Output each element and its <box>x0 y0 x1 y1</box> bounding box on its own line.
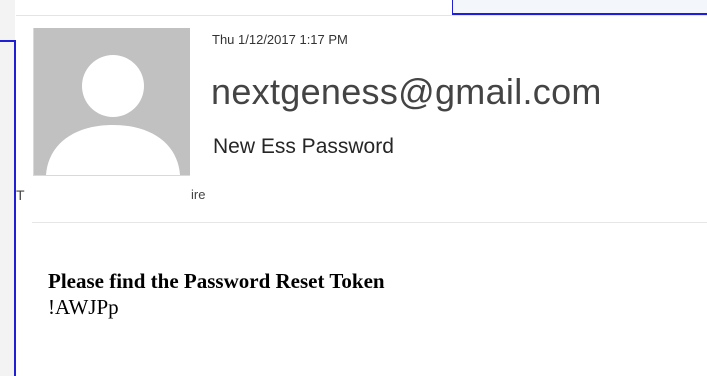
recipient-line-start: T <box>16 187 25 203</box>
reading-pane-top-border <box>16 15 707 16</box>
message-heading: Please find the Password Reset Token <box>48 269 385 293</box>
sender-avatar[interactable] <box>33 28 190 176</box>
email-subject: New Ess Password <box>213 135 394 158</box>
email-reading-pane: Thu 1/12/2017 1:17 PM nextgeness@gmail.c… <box>16 15 707 376</box>
person-placeholder-icon <box>34 28 190 175</box>
reset-token: !AWJPp <box>48 295 119 319</box>
sender-address[interactable]: nextgeness@gmail.com <box>211 71 602 113</box>
header-divider <box>32 222 707 223</box>
email-date: Thu 1/12/2017 1:17 PM <box>212 32 348 47</box>
background-panel-border-left <box>452 0 453 14</box>
background-left-pane <box>0 0 15 376</box>
background-right-panel <box>452 0 707 14</box>
recipient-line-end: ire <box>191 187 206 202</box>
